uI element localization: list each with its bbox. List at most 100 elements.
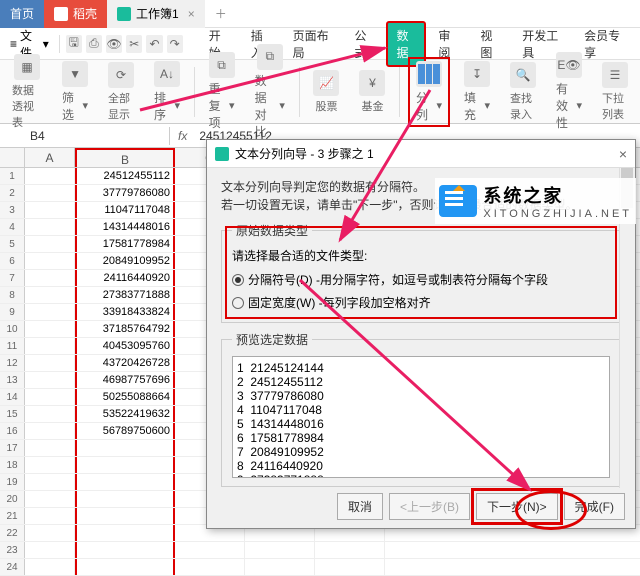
cell[interactable] bbox=[25, 338, 75, 354]
row-header[interactable]: 13 bbox=[0, 372, 25, 388]
preview-box[interactable]: 1 212451241442 245124551123 377797860804… bbox=[232, 356, 610, 478]
cell[interactable]: 50255088664 bbox=[75, 389, 175, 405]
cell[interactable]: 37779786080 bbox=[75, 185, 175, 201]
row-header[interactable]: 2 bbox=[0, 185, 25, 201]
row-header[interactable]: 21 bbox=[0, 508, 25, 524]
cell[interactable] bbox=[25, 559, 75, 575]
preview-icon[interactable]: 👁 bbox=[106, 35, 122, 53]
cell[interactable]: 33918433824 bbox=[75, 304, 175, 320]
ribbon-find[interactable]: 🔍查找录入 bbox=[504, 60, 542, 124]
cell[interactable]: 24512455112 bbox=[75, 168, 175, 184]
row-header[interactable]: 3 bbox=[0, 202, 25, 218]
row-header[interactable]: 18 bbox=[0, 457, 25, 473]
cell[interactable] bbox=[25, 406, 75, 422]
tab-formula[interactable]: 公式 bbox=[345, 21, 385, 67]
ribbon-compare[interactable]: ⧉数据对比▾ bbox=[249, 42, 291, 142]
ribbon-sort[interactable]: A↓排序▾ bbox=[148, 59, 186, 125]
cell[interactable] bbox=[25, 491, 75, 507]
col-header-b[interactable]: B bbox=[75, 148, 175, 167]
row-header[interactable]: 4 bbox=[0, 219, 25, 235]
next-button[interactable]: 下一步(N)> bbox=[476, 493, 558, 520]
row-header[interactable]: 10 bbox=[0, 321, 25, 337]
cell[interactable] bbox=[75, 440, 175, 456]
row-header[interactable]: 6 bbox=[0, 253, 25, 269]
cell[interactable] bbox=[25, 372, 75, 388]
cell[interactable] bbox=[25, 168, 75, 184]
row-header[interactable]: 11 bbox=[0, 338, 25, 354]
cell[interactable] bbox=[25, 355, 75, 371]
ribbon-fund[interactable]: ¥基金 bbox=[353, 68, 391, 116]
cell[interactable] bbox=[25, 185, 75, 201]
row-header[interactable]: 14 bbox=[0, 389, 25, 405]
cell[interactable]: 11047117048 bbox=[75, 202, 175, 218]
print-icon[interactable]: ⎙ bbox=[86, 35, 102, 53]
cell[interactable] bbox=[75, 474, 175, 490]
row-header[interactable]: 17 bbox=[0, 440, 25, 456]
row-header[interactable]: 8 bbox=[0, 287, 25, 303]
cell[interactable] bbox=[75, 457, 175, 473]
cell[interactable] bbox=[25, 321, 75, 337]
radio-delimited[interactable]: 分隔符号(D) -用分隔字符，如逗号或制表符分隔每个字段 bbox=[232, 268, 610, 291]
ribbon-stock[interactable]: 📈股票 bbox=[307, 68, 345, 116]
cell[interactable]: 56789750600 bbox=[75, 423, 175, 439]
cell[interactable]: 37185764792 bbox=[75, 321, 175, 337]
cell[interactable]: 53522419632 bbox=[75, 406, 175, 422]
row-header[interactable]: 1 bbox=[0, 168, 25, 184]
cell[interactable] bbox=[75, 525, 175, 541]
new-tab-button[interactable]: ＋ bbox=[205, 5, 237, 22]
cell[interactable] bbox=[25, 508, 75, 524]
ribbon-pivot[interactable]: ▦数据透视表 bbox=[6, 52, 48, 132]
row-header[interactable]: 23 bbox=[0, 542, 25, 558]
ribbon-reapply[interactable]: ⟳全部显示 bbox=[102, 60, 140, 124]
cell[interactable] bbox=[75, 542, 175, 558]
name-box[interactable]: B4 bbox=[0, 127, 170, 145]
row-header[interactable]: 7 bbox=[0, 270, 25, 286]
row-header[interactable]: 16 bbox=[0, 423, 25, 439]
ribbon-dropdown[interactable]: ☰下拉列表 bbox=[596, 60, 634, 124]
row-header[interactable]: 19 bbox=[0, 474, 25, 490]
cell[interactable] bbox=[25, 542, 75, 558]
cell[interactable] bbox=[25, 304, 75, 320]
cancel-button[interactable]: 取消 bbox=[337, 493, 383, 520]
cell[interactable] bbox=[25, 440, 75, 456]
row-header[interactable]: 22 bbox=[0, 525, 25, 541]
ribbon-validate[interactable]: E👁有效性▾ bbox=[550, 50, 588, 133]
cell[interactable]: 24116440920 bbox=[75, 270, 175, 286]
cell[interactable] bbox=[25, 253, 75, 269]
cell[interactable] bbox=[25, 287, 75, 303]
cell[interactable] bbox=[25, 474, 75, 490]
dialog-close-button[interactable]: × bbox=[619, 146, 627, 162]
tab-home[interactable]: 首页 bbox=[0, 0, 44, 28]
cut-icon[interactable]: ✂ bbox=[126, 35, 142, 53]
cell[interactable] bbox=[75, 508, 175, 524]
close-icon[interactable]: × bbox=[188, 7, 195, 21]
cell[interactable]: 27383771888 bbox=[75, 287, 175, 303]
ribbon-fill[interactable]: ↧填充▾ bbox=[458, 59, 496, 125]
row-header[interactable]: 9 bbox=[0, 304, 25, 320]
cell[interactable] bbox=[245, 542, 315, 558]
cell[interactable] bbox=[315, 542, 385, 558]
cell[interactable]: 43720426728 bbox=[75, 355, 175, 371]
cell[interactable] bbox=[75, 559, 175, 575]
ribbon-dedup[interactable]: ⧉重复项▾ bbox=[203, 50, 241, 133]
row-header[interactable]: 5 bbox=[0, 236, 25, 252]
finish-button[interactable]: 完成(F) bbox=[564, 493, 625, 520]
cell[interactable] bbox=[25, 389, 75, 405]
radio-fixed[interactable]: 固定宽度(W) -每列字段加空格对齐 bbox=[232, 291, 610, 314]
cell[interactable]: 40453095760 bbox=[75, 338, 175, 354]
ribbon-split[interactable]: 分列▾ bbox=[408, 57, 450, 127]
redo-icon[interactable]: ↷ bbox=[167, 35, 183, 53]
tab-layout[interactable]: 页面布局 bbox=[283, 21, 343, 67]
save-icon[interactable]: 🖫 bbox=[66, 35, 82, 53]
cell[interactable]: 46987757696 bbox=[75, 372, 175, 388]
cell[interactable]: 17581778984 bbox=[75, 236, 175, 252]
cell[interactable] bbox=[25, 236, 75, 252]
tab-sheet[interactable]: 工作簿1× bbox=[107, 0, 205, 28]
cell[interactable] bbox=[175, 559, 245, 575]
cell[interactable] bbox=[25, 423, 75, 439]
cell[interactable]: 14314448016 bbox=[75, 219, 175, 235]
cell[interactable] bbox=[25, 202, 75, 218]
cell[interactable] bbox=[25, 457, 75, 473]
cell[interactable] bbox=[25, 219, 75, 235]
fx-icon[interactable]: fx bbox=[170, 129, 195, 143]
